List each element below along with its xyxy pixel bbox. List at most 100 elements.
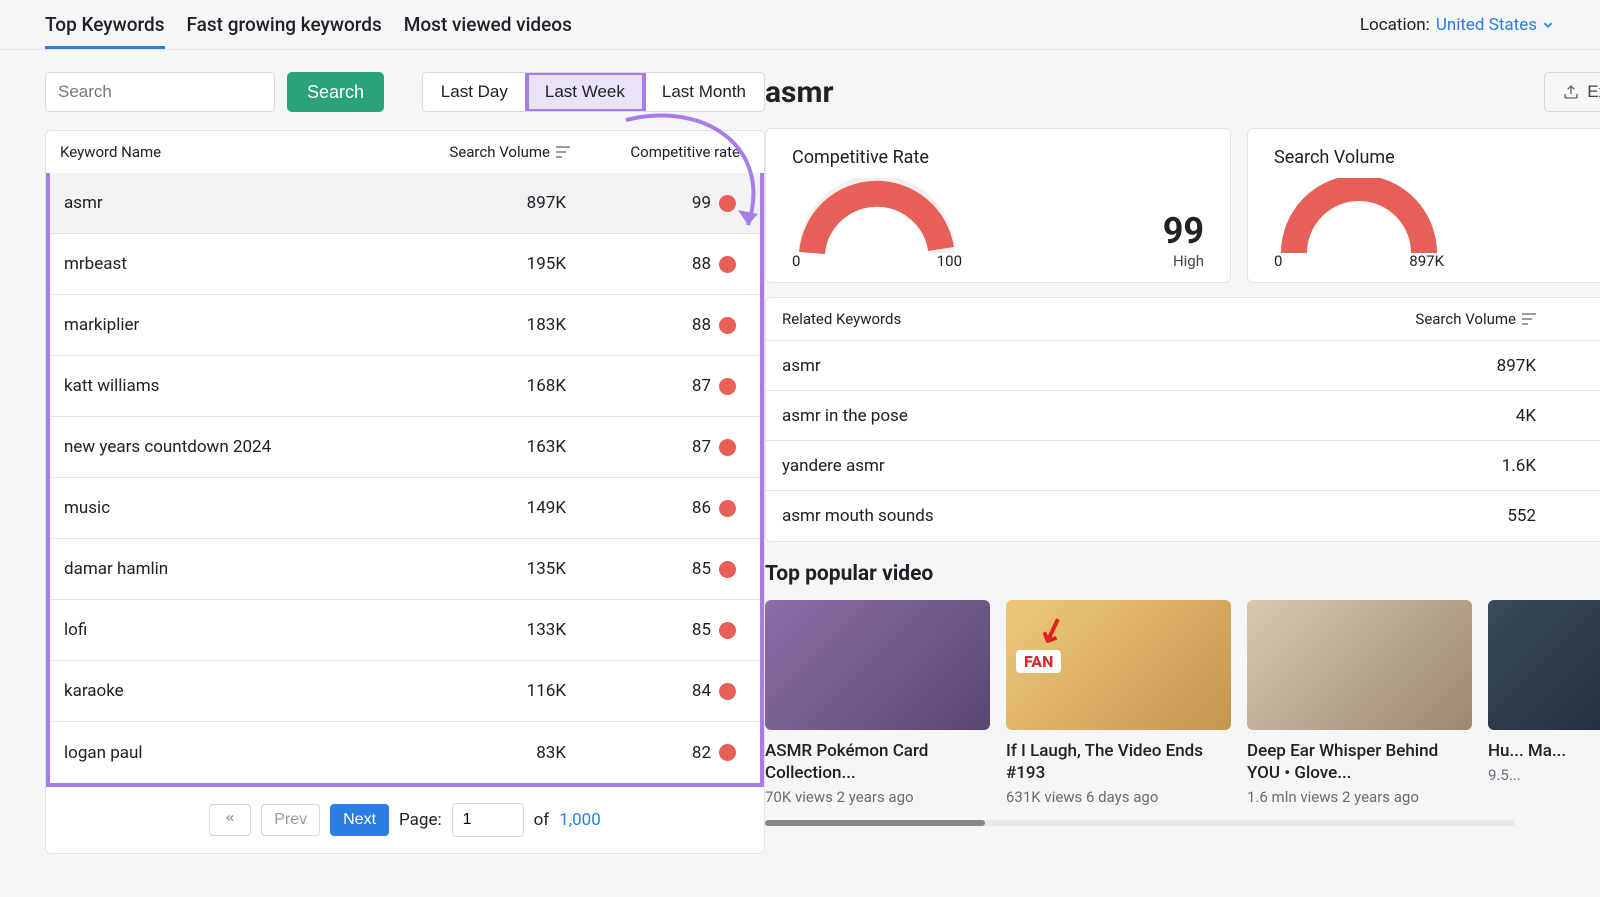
related-header-name[interactable]: Related Keywords: [782, 310, 1356, 328]
competitive-gauge: [792, 178, 962, 258]
keyword-name: logan paul: [64, 743, 396, 763]
keyword-name: lofi: [64, 620, 396, 640]
video-thumbnail: [1247, 600, 1472, 730]
gauges-row: Competitive Rate 0 100: [765, 128, 1600, 283]
video-card[interactable]: Deep Ear Whisper Behind YOU • Glove...1.…: [1247, 600, 1472, 806]
search-input[interactable]: [45, 72, 275, 112]
keyword-comp: 99: [566, 193, 746, 213]
search-button[interactable]: Search: [287, 72, 384, 112]
header-search-volume[interactable]: Search Volume: [400, 143, 570, 161]
table-header: Keyword Name Search Volume Competitive r…: [46, 131, 764, 174]
keyword-volume: 168K: [396, 376, 566, 396]
competitive-dot-icon: [719, 622, 736, 639]
related-row[interactable]: asmr897K99: [766, 341, 1600, 391]
keyword-volume: 195K: [396, 254, 566, 274]
table-row[interactable]: lofi133K85: [50, 600, 760, 661]
tab-most-viewed[interactable]: Most viewed videos: [404, 0, 572, 49]
related-comp: 54: [1536, 456, 1600, 476]
related-row[interactable]: asmr mouth sounds55246: [766, 491, 1600, 541]
vol-min: 0: [1274, 252, 1282, 270]
keyword-volume: 183K: [396, 315, 566, 335]
videos-scrollbar[interactable]: [765, 820, 1515, 826]
related-name: asmr: [782, 356, 1356, 376]
keyword-volume: 163K: [396, 437, 566, 457]
related-header-comp[interactable]: Competitive: [1536, 310, 1600, 328]
header-volume-text: Search Volume: [449, 143, 550, 161]
location-value[interactable]: United States: [1436, 15, 1555, 35]
table-row[interactable]: logan paul83K82: [50, 722, 760, 783]
videos-row[interactable]: ASMR Pokémon Card Collection...70K views…: [765, 600, 1600, 806]
keyword-comp: 87: [566, 376, 746, 396]
keyword-name: karaoke: [64, 681, 396, 701]
keyword-volume: 149K: [396, 498, 566, 518]
table-row[interactable]: asmr897K99: [50, 173, 760, 234]
competitive-dot-icon: [719, 561, 736, 578]
table-row[interactable]: damar hamlin135K85: [50, 539, 760, 600]
header-competitive[interactable]: Competitive rate: [570, 143, 750, 161]
location-selector: Location: United States: [1360, 15, 1555, 35]
related-comp: 60: [1536, 406, 1600, 426]
arrow-overlay-icon: ↙: [1032, 606, 1072, 653]
keyword-name: katt williams: [64, 376, 396, 396]
related-name: asmr mouth sounds: [782, 506, 1356, 526]
table-row[interactable]: markiplier183K88: [50, 295, 760, 356]
related-row[interactable]: yandere asmr1.6K54: [766, 441, 1600, 491]
table-row[interactable]: karaoke116K84: [50, 661, 760, 722]
pagination-first[interactable]: [209, 804, 251, 836]
location-text: United States: [1436, 15, 1537, 35]
search-volume-card: Search Volume 0 897K: [1247, 128, 1600, 283]
keyword-volume: 135K: [396, 559, 566, 579]
page-label: Page:: [399, 810, 442, 830]
competitive-rate-card: Competitive Rate 0 100: [765, 128, 1231, 283]
period-last-month[interactable]: Last Month: [644, 73, 764, 111]
pagination-prev[interactable]: Prev: [261, 804, 320, 836]
related-vol-text: Search Volume: [1415, 310, 1516, 328]
keyword-name: music: [64, 498, 396, 518]
detail-header: asmr Export to PDF: [765, 72, 1600, 112]
related-keywords-table: Related Keywords Search Volume Competiti…: [765, 297, 1600, 542]
video-title: Hu... Ma...: [1488, 740, 1600, 762]
related-row[interactable]: asmr in the pose4K60: [766, 391, 1600, 441]
table-row[interactable]: mrbeast195K88: [50, 234, 760, 295]
keyword-comp: 84: [566, 681, 746, 701]
export-label: Export to PDF: [1587, 82, 1600, 102]
pagination-next[interactable]: Next: [330, 804, 389, 836]
keyword-comp: 86: [566, 498, 746, 518]
video-card[interactable]: Hu... Ma...9.5...: [1488, 600, 1600, 806]
table-row[interactable]: katt williams168K87: [50, 356, 760, 417]
related-name: yandere asmr: [782, 456, 1356, 476]
detail-panel: asmr Export to PDF Competitive Rate: [765, 50, 1600, 897]
competitive-dot-icon: [719, 195, 736, 212]
sort-icon: [1522, 313, 1536, 325]
header-keyword-name[interactable]: Keyword Name: [60, 143, 400, 161]
period-last-day[interactable]: Last Day: [423, 73, 527, 111]
keyword-name: damar hamlin: [64, 559, 396, 579]
video-thumbnail: ↙FAN: [1006, 600, 1231, 730]
comp-sub: High: [1163, 252, 1204, 270]
comp-min: 0: [792, 252, 800, 270]
related-header-volume[interactable]: Search Volume: [1356, 310, 1536, 328]
video-meta: 631K views 6 days ago: [1006, 788, 1231, 806]
fan-badge: FAN: [1016, 650, 1061, 673]
video-card[interactable]: ↙FANIf I Laugh, The Video Ends #193631K …: [1006, 600, 1231, 806]
tab-fast-growing[interactable]: Fast growing keywords: [187, 0, 382, 49]
export-pdf-button[interactable]: Export to PDF: [1544, 72, 1600, 112]
sort-icon: [556, 146, 570, 158]
page-total[interactable]: 1,000: [559, 810, 601, 830]
table-row[interactable]: new years countdown 2024163K87: [50, 417, 760, 478]
tab-top-keywords[interactable]: Top Keywords: [45, 0, 165, 49]
chevron-down-icon: [1541, 18, 1555, 32]
table-row[interactable]: music149K86: [50, 478, 760, 539]
double-chevron-left-icon: [222, 812, 238, 824]
table-body: asmr897K99mrbeast195K88markiplier183K88k…: [46, 173, 764, 787]
scrollbar-thumb[interactable]: [765, 820, 985, 826]
detail-title: asmr: [765, 75, 833, 110]
competitive-title: Competitive Rate: [792, 147, 1204, 168]
video-meta: 70K views 2 years ago: [765, 788, 990, 806]
keyword-comp: 85: [566, 559, 746, 579]
competitive-dot-icon: [719, 744, 736, 761]
video-card[interactable]: ASMR Pokémon Card Collection...70K views…: [765, 600, 990, 806]
page-input[interactable]: [452, 803, 524, 837]
competitive-dot-icon: [719, 378, 736, 395]
period-last-week[interactable]: Last Week: [527, 73, 644, 111]
